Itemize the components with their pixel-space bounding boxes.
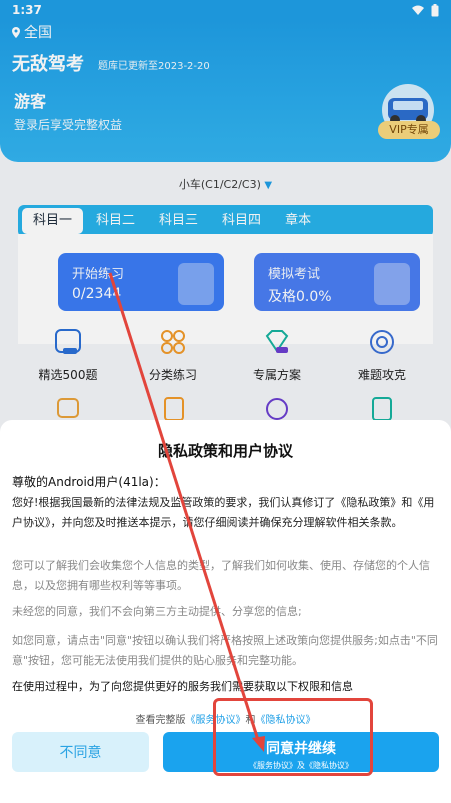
pointer-arrow — [108, 272, 265, 752]
